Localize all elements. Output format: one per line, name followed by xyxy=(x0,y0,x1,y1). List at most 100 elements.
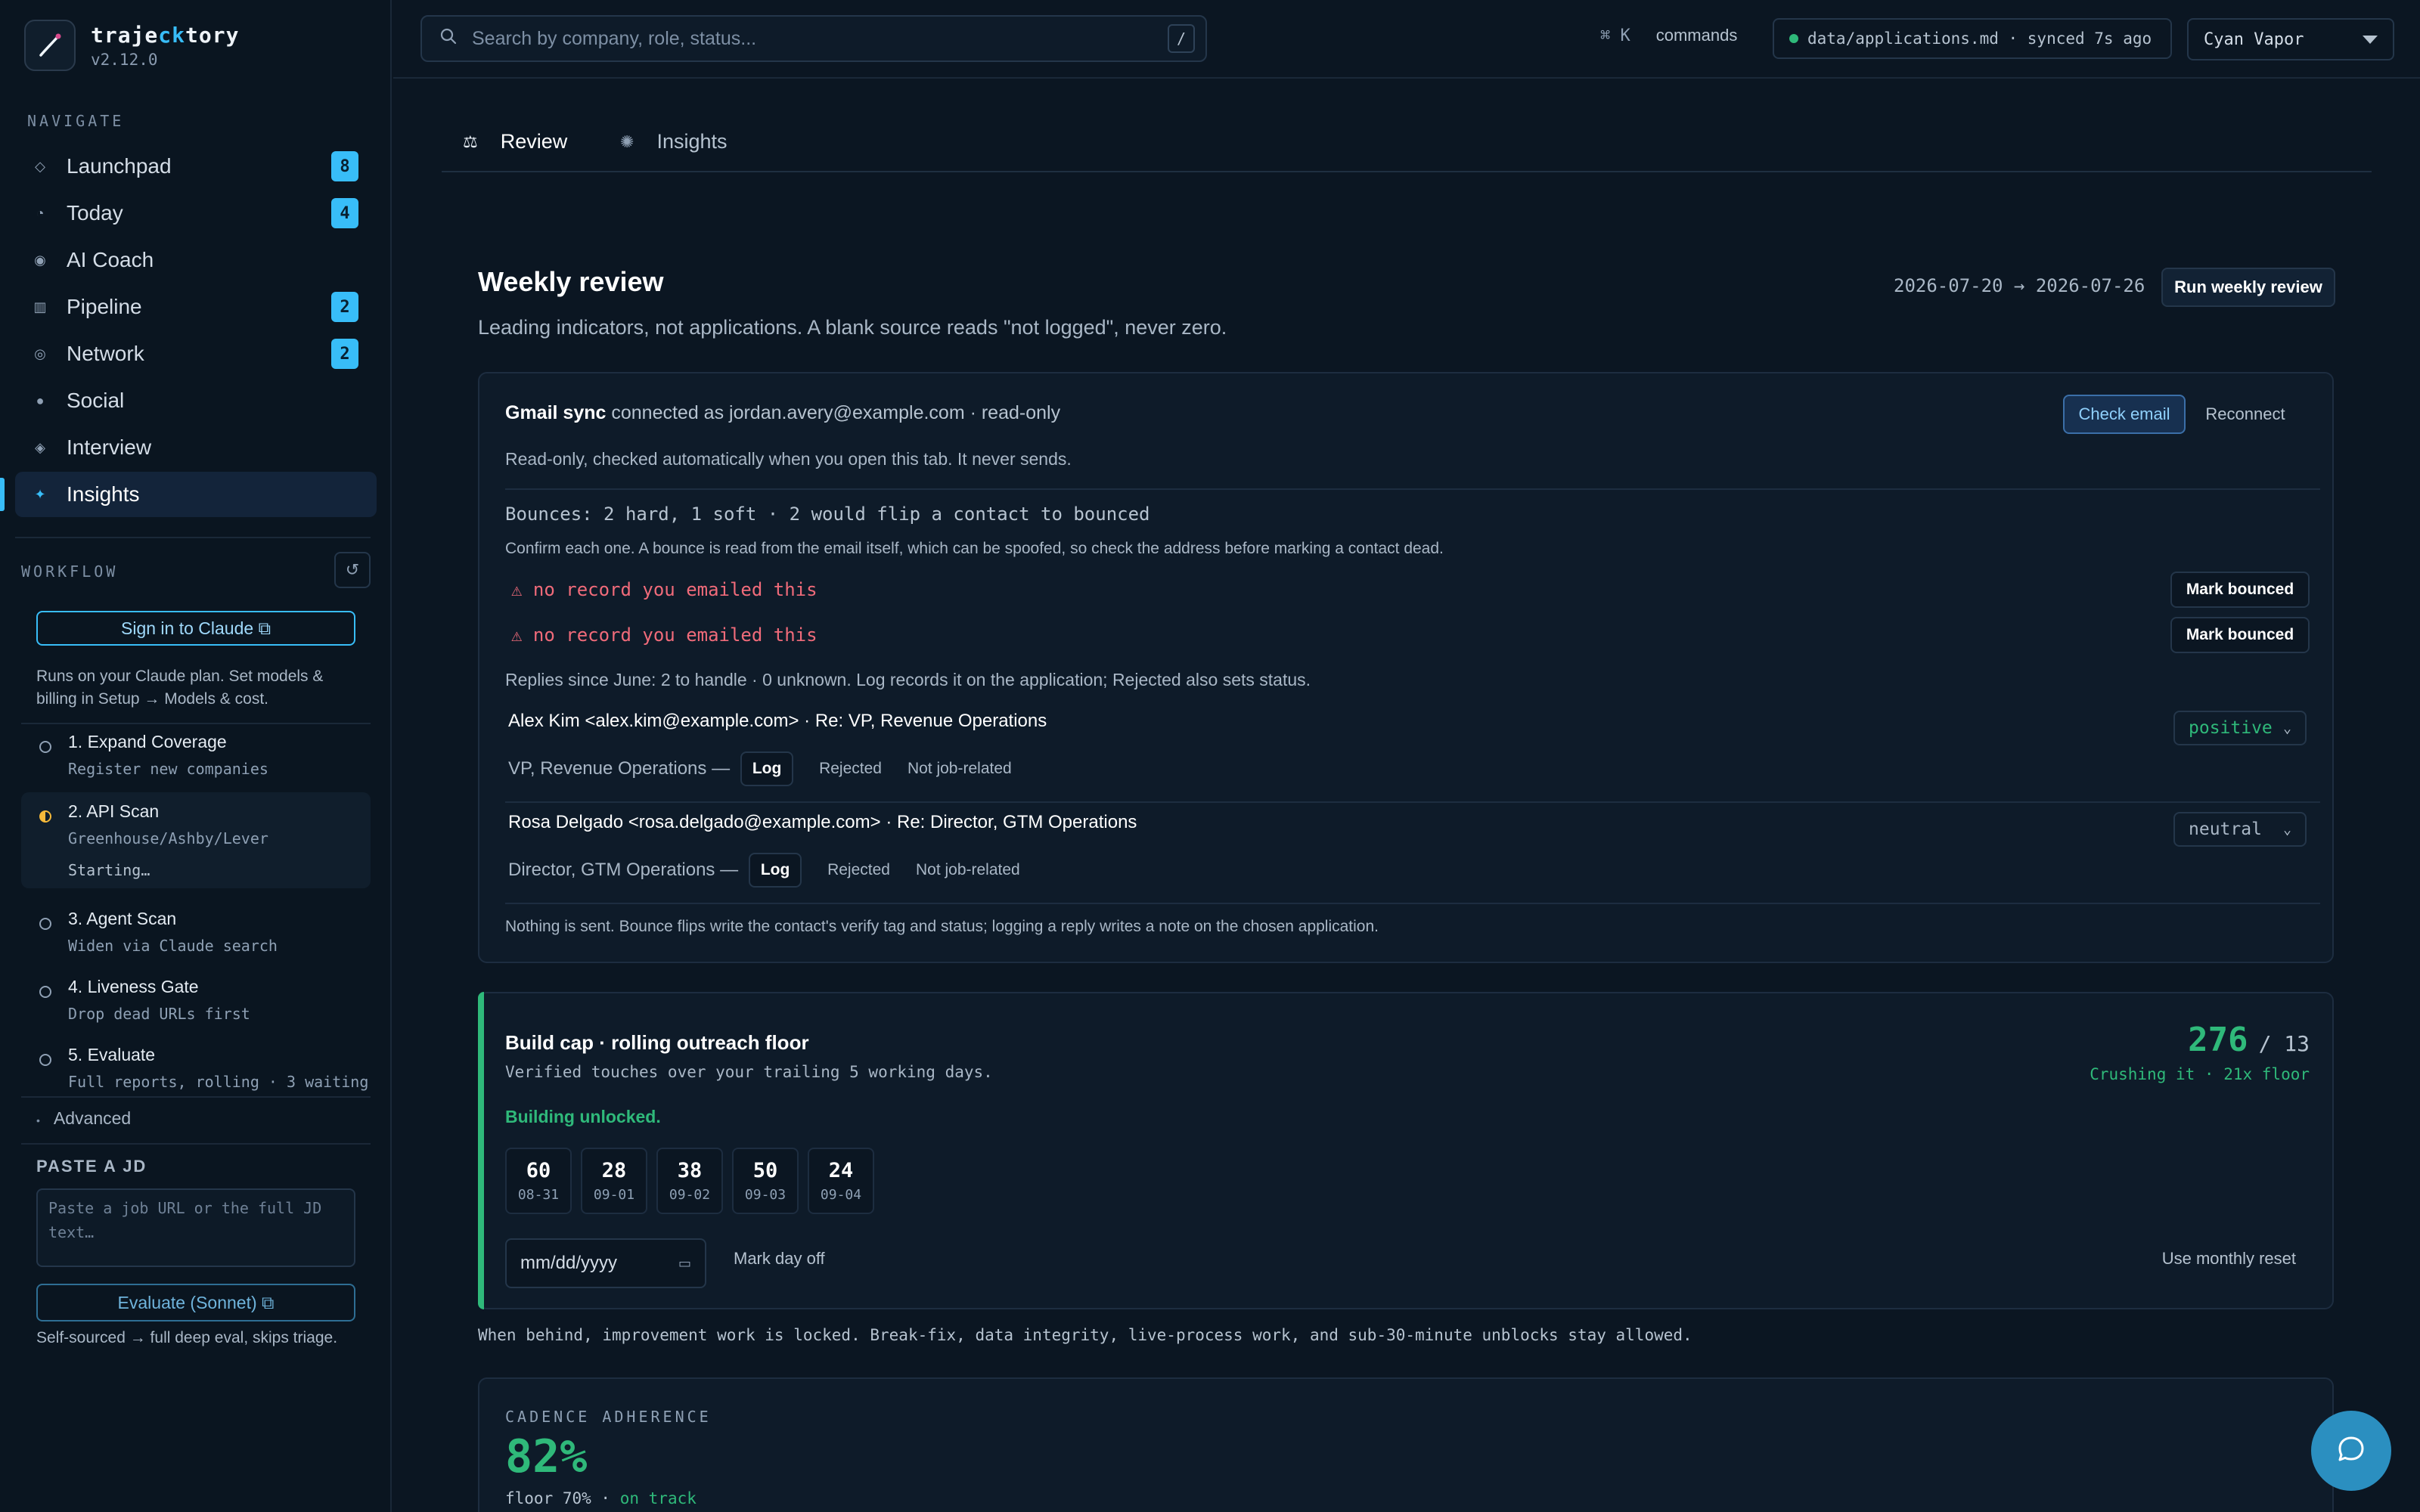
workflow-reset-button[interactable]: ↺ xyxy=(334,552,371,588)
day-tile: 60 08-31 xyxy=(505,1148,572,1214)
gmail-footer-note: Nothing is sent. Bounce flips write the … xyxy=(505,918,1379,935)
chat-button[interactable] xyxy=(2311,1411,2391,1491)
day-date: 09-03 xyxy=(744,1187,786,1203)
workflow-step-expand-coverage[interactable]: 1. Expand Coverage Register new companie… xyxy=(21,723,371,787)
sidebar-item-launchpad[interactable]: ◇ Launchpad 8 xyxy=(15,144,377,189)
sidebar-item-label: Insights xyxy=(67,482,140,506)
sidebar-item-social[interactable]: ● Social xyxy=(15,378,377,423)
day-date: 09-04 xyxy=(820,1187,862,1203)
search-input[interactable]: Search by company, role, status... / xyxy=(420,15,1207,62)
sentiment-select[interactable]: positive ⌄ xyxy=(2173,711,2307,745)
day-date: 08-31 xyxy=(517,1187,560,1203)
sidebar-item-label: Interview xyxy=(67,435,152,459)
gmail-sync-card: Gmail sync connected as jordan.avery@exa… xyxy=(478,372,2334,963)
sidebar-item-label: Network xyxy=(67,342,144,365)
chat-bubble-icon xyxy=(2334,1432,2369,1470)
date-range: 2026-07-20 → 2026-07-26 xyxy=(1894,275,2145,296)
score-status: Crushing it · 21x floor xyxy=(2090,1065,2310,1083)
build-cap-card: Build cap · rolling outreach floor Verif… xyxy=(478,992,2334,1309)
advanced-label: Advanced xyxy=(53,1108,132,1128)
reconnect-button[interactable]: Reconnect xyxy=(2196,395,2294,434)
divider xyxy=(21,1143,371,1145)
scale-icon: ⚖ xyxy=(463,132,478,151)
rejected-button[interactable]: Rejected xyxy=(827,861,890,879)
workflow-step-evaluate[interactable]: 5. Evaluate Full reports, rolling · 3 wa… xyxy=(21,1036,371,1100)
cadence-status: on track xyxy=(619,1489,697,1507)
command-key: ⌘ K xyxy=(1600,26,1630,45)
day-date: 09-01 xyxy=(593,1187,635,1203)
evaluate-button[interactable]: Evaluate (Sonnet) ⧉ xyxy=(36,1284,355,1321)
sync-status-dot-icon xyxy=(1789,34,1798,43)
diamond-dot-icon: ◈ xyxy=(35,439,45,455)
calendar-icon: ▭ xyxy=(678,1255,691,1271)
policy-note: When behind, improvement work is locked.… xyxy=(478,1326,1692,1344)
sync-status[interactable]: data/applications.md · synced 7s ago xyxy=(1773,18,2172,59)
cadence-floor-text: floor 70% · xyxy=(505,1489,611,1507)
paste-jd-textarea[interactable]: Paste a job URL or the full JD text… xyxy=(36,1188,355,1267)
day-count: 50 xyxy=(752,1159,778,1182)
brand[interactable]: trajecktory v2.12.0 xyxy=(24,20,239,71)
status-accent-bar xyxy=(478,992,484,1309)
app-logo-icon xyxy=(24,20,76,71)
gmail-note: Read-only, checked automatically when yo… xyxy=(505,449,1072,469)
not-job-related-button[interactable]: Not job-related xyxy=(916,861,1020,879)
workflow-step-api-scan[interactable]: 2. API Scan Greenhouse/Ashby/Lever Start… xyxy=(21,792,371,888)
count-badge: 2 xyxy=(331,292,358,322)
mark-bounced-button[interactable]: Mark bounced xyxy=(2170,572,2310,608)
command-palette-button[interactable]: ⌘ K commands xyxy=(1600,26,1737,45)
run-weekly-review-button[interactable]: Run weekly review xyxy=(2161,268,2335,307)
log-button[interactable]: Log xyxy=(740,751,794,786)
sidebar-item-insights[interactable]: ✦ Insights xyxy=(0,472,377,517)
diamond-icon: ◇ xyxy=(35,158,45,174)
theme-value: Cyan Vapor xyxy=(2204,29,2304,49)
mark-bounced-button[interactable]: Mark bounced xyxy=(2170,617,2310,653)
search-shortcut-key: / xyxy=(1168,24,1195,53)
topbar: Search by company, role, status... / ⌘ K… xyxy=(393,0,2420,79)
refresh-icon: ↺ xyxy=(345,560,360,579)
page-subtitle: Leading indicators, not applications. A … xyxy=(478,316,1227,339)
ring-icon: ◎ xyxy=(34,345,46,361)
chevron-down-icon xyxy=(2363,35,2378,44)
bounces-summary: Bounces: 2 hard, 1 soft · 2 would flip a… xyxy=(505,503,1150,525)
sync-text: data/applications.md · synced 7s ago xyxy=(1807,29,2152,48)
rejected-button[interactable]: Rejected xyxy=(819,760,882,778)
sign-in-claude-button[interactable]: Sign in to Claude ⧉ xyxy=(36,611,355,646)
reply-sender: Rosa Delgado <rosa.delgado@example.com> … xyxy=(508,812,1137,832)
workflow-step-agent-scan[interactable]: 3. Agent Scan Widen via Claude search xyxy=(21,900,371,964)
bounce-warning: ⚠ no record you emailed this xyxy=(511,579,818,600)
sidebar-item-network[interactable]: ◎ Network 2 xyxy=(15,331,377,376)
use-monthly-reset-button[interactable]: Use monthly reset xyxy=(2162,1249,2296,1269)
tab-label: Insights xyxy=(656,130,728,153)
day-off-date-input[interactable]: mm/dd/yyyy ▭ xyxy=(505,1238,706,1288)
sparkle-icon: ✦ xyxy=(34,486,46,502)
theme-select[interactable]: Cyan Vapor xyxy=(2187,18,2394,60)
sidebar-item-today[interactable]: ◔ Today 4 xyxy=(15,191,377,236)
chevron-down-icon: ⌄ xyxy=(2283,821,2291,838)
bounce-warning: ⚠ no record you emailed this xyxy=(511,624,818,646)
sidebar-item-ai-coach[interactable]: ◉ AI Coach xyxy=(15,237,377,283)
count-badge: 2 xyxy=(331,339,358,369)
workflow-heading: WORKFLOW xyxy=(21,562,119,581)
sentiment-select[interactable]: neutral ⌄ xyxy=(2173,812,2307,847)
log-button[interactable]: Log xyxy=(749,853,802,888)
app-version: v2.12.0 xyxy=(91,50,158,69)
unlocked-status: Building unlocked. xyxy=(505,1107,661,1126)
tab-review[interactable]: ⚖ Review xyxy=(463,130,567,153)
tab-insights[interactable]: ✺ Insights xyxy=(620,130,728,153)
sidebar-item-interview[interactable]: ◈ Interview xyxy=(15,425,377,470)
advanced-toggle[interactable]: • Advanced xyxy=(36,1108,131,1129)
target-icon: ◉ xyxy=(34,252,46,268)
sidebar-item-pipeline[interactable]: ▥ Pipeline 2 xyxy=(15,284,377,330)
workflow-step-liveness-gate[interactable]: 4. Liveness Gate Drop dead URLs first xyxy=(21,968,371,1032)
not-job-related-button[interactable]: Not job-related xyxy=(908,760,1012,778)
status-dot-icon xyxy=(39,986,51,998)
mark-day-off-button[interactable]: Mark day off xyxy=(734,1249,825,1269)
cadence-adherence-card: CADENCE ADHERENCE 82% floor 70% · on tra… xyxy=(478,1377,2334,1512)
check-email-button[interactable]: Check email xyxy=(2063,395,2186,434)
step-status: Starting… xyxy=(68,861,150,879)
columns-icon: ▥ xyxy=(33,299,47,314)
sparkle-icon: ✺ xyxy=(620,132,634,151)
reply-actions: Director, GTM Operations — Log Rejected … xyxy=(508,853,1020,888)
divider xyxy=(21,1096,371,1098)
sidebar-item-label: Launchpad xyxy=(67,154,172,178)
